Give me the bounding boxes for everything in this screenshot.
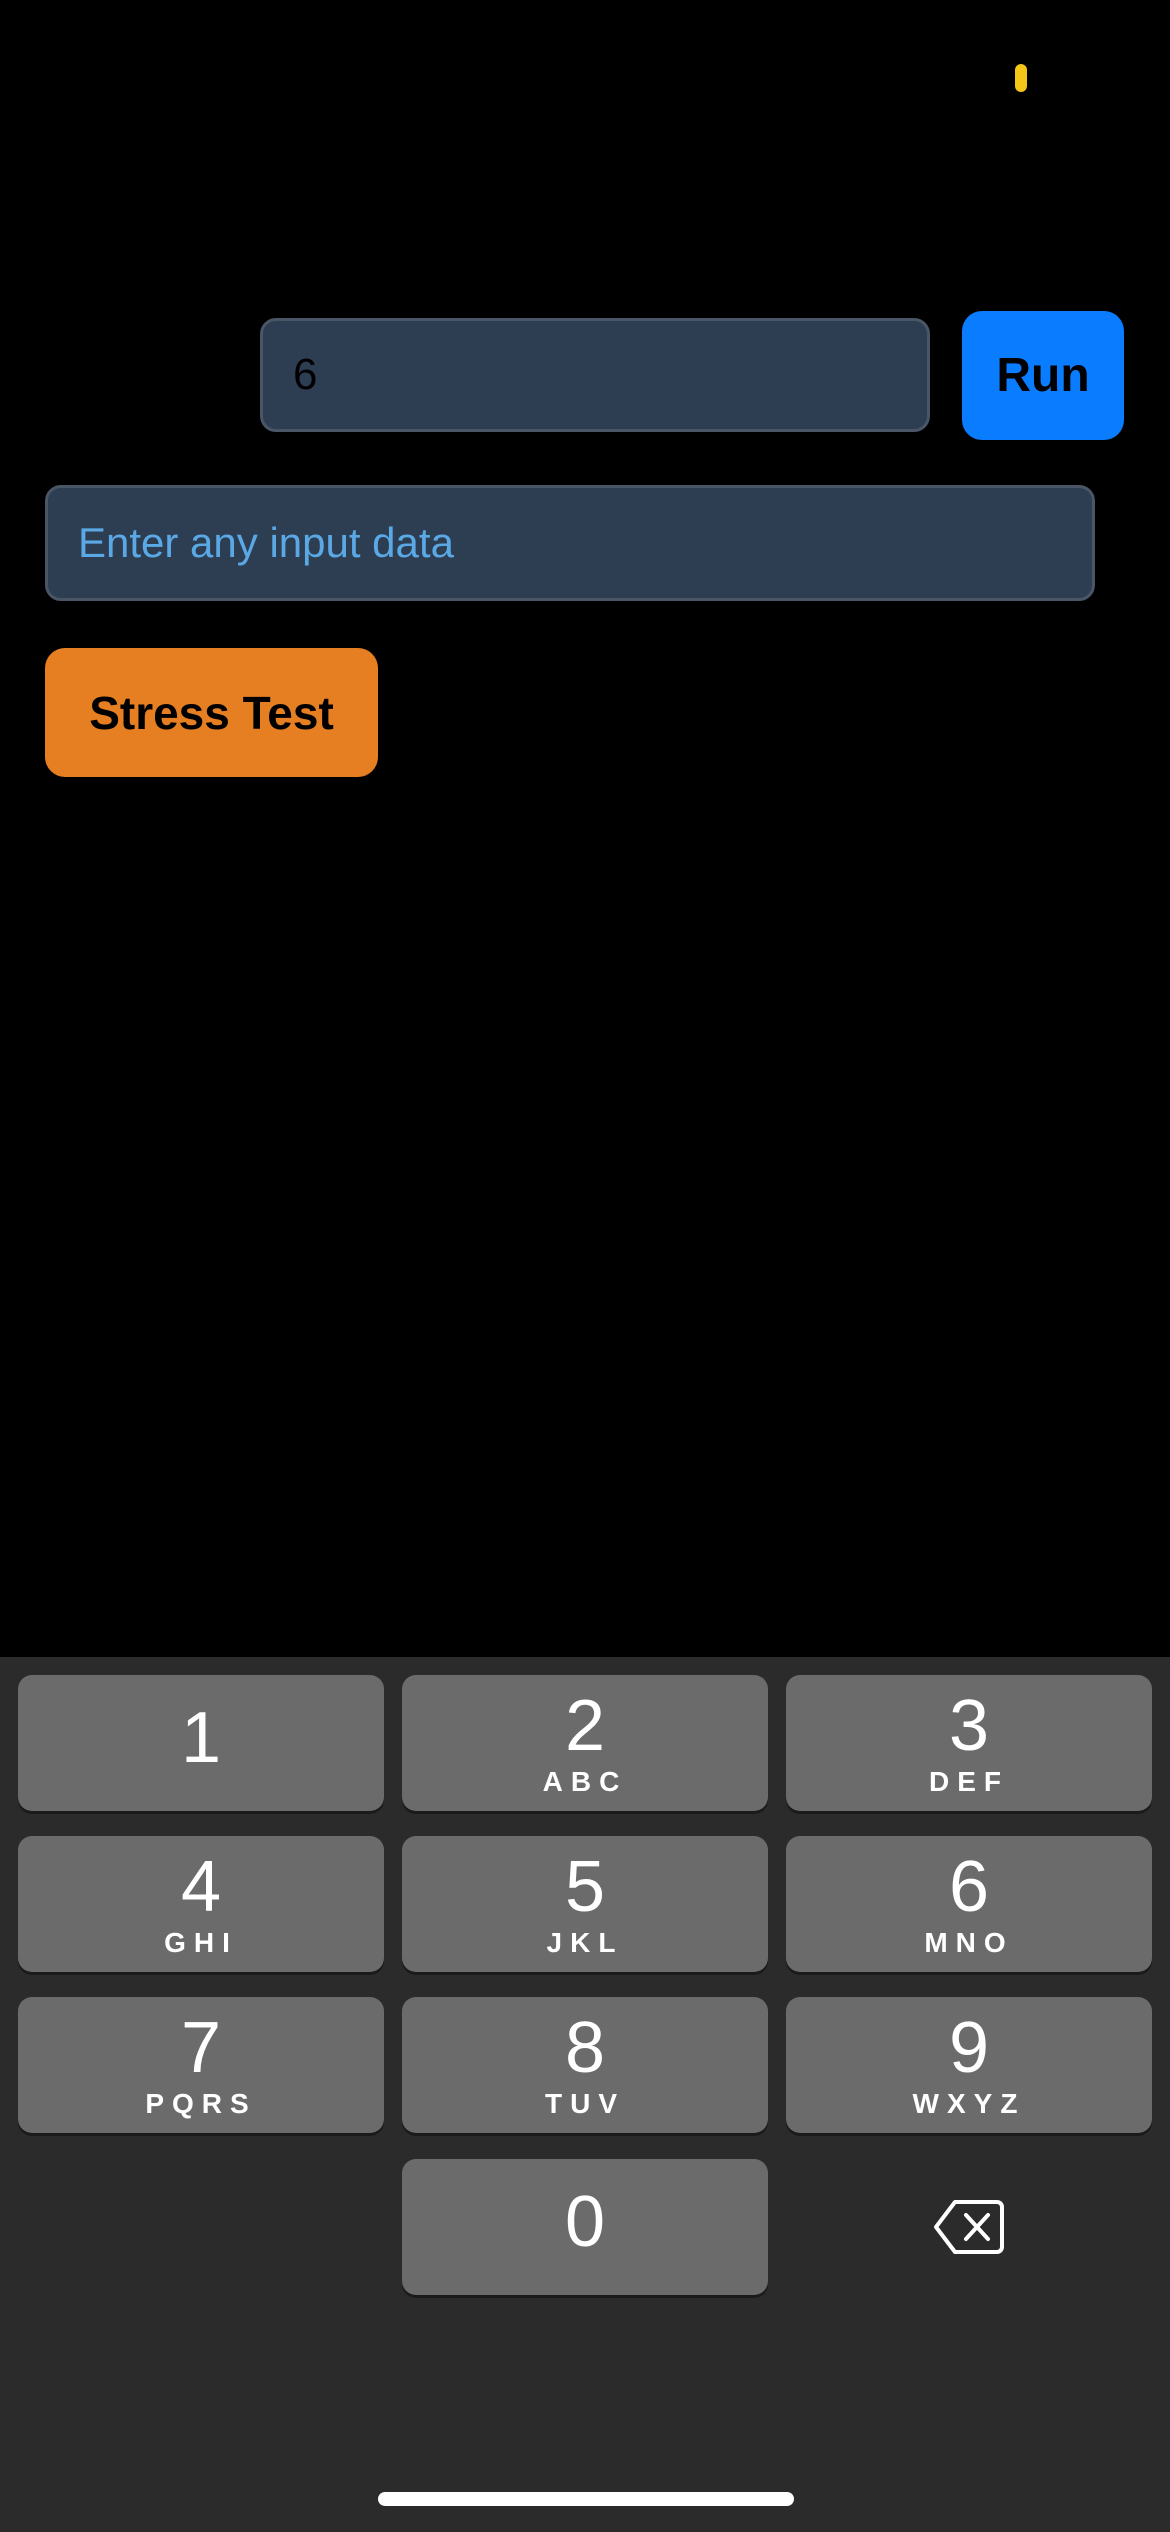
key-1[interactable]: 1 xyxy=(18,1675,384,1811)
numeric-keypad: 1 2 ABC 3 DEF 4 GHI 5 JKL 6 MNO 7 PQRS 8… xyxy=(0,1657,1170,2532)
key-0[interactable]: 0 xyxy=(402,2159,768,2295)
key-letters: PQRS xyxy=(145,2088,257,2119)
key-digit: 7 xyxy=(180,2008,222,2088)
key-digit: 8 xyxy=(564,2008,606,2088)
key-letters: ABC xyxy=(542,1766,628,1797)
key-9[interactable]: 9 WXYZ xyxy=(786,1997,1152,2133)
key-letters: MNO xyxy=(924,1927,1014,1958)
key-digit: 5 xyxy=(564,1847,606,1927)
key-letters: JKL xyxy=(546,1927,624,1958)
key-letters: TUV xyxy=(545,2088,625,2119)
backspace-icon xyxy=(934,2200,1004,2254)
key-7[interactable]: 7 PQRS xyxy=(18,1997,384,2133)
stress-test-button[interactable]: Stress Test xyxy=(45,648,378,777)
backspace-key[interactable] xyxy=(786,2159,1152,2295)
key-2[interactable]: 2 ABC xyxy=(402,1675,768,1811)
key-digit: 2 xyxy=(564,1686,606,1766)
key-digit: 4 xyxy=(180,1847,222,1927)
key-letters: DEF xyxy=(929,1766,1009,1797)
key-3[interactable]: 3 DEF xyxy=(786,1675,1152,1811)
key-8[interactable]: 8 TUV xyxy=(402,1997,768,2133)
key-digit: 9 xyxy=(948,2008,990,2088)
key-digit: 6 xyxy=(948,1847,990,1927)
home-indicator[interactable] xyxy=(378,2492,794,2506)
key-digit: 3 xyxy=(948,1686,990,1766)
key-letters: GHI xyxy=(164,1927,238,1958)
status-indicator xyxy=(1015,64,1027,92)
key-digit: 0 xyxy=(564,2182,606,2262)
app-screen: Run Stress Test 1 2 ABC 3 DEF 4 GHI 5 JK… xyxy=(0,0,1170,2532)
input-data-field[interactable] xyxy=(45,485,1095,601)
key-6[interactable]: 6 MNO xyxy=(786,1836,1152,1972)
key-digit: 1 xyxy=(180,1698,222,1778)
key-letters: WXYZ xyxy=(912,2088,1026,2119)
number-input[interactable] xyxy=(260,318,930,432)
key-4[interactable]: 4 GHI xyxy=(18,1836,384,1972)
run-button[interactable]: Run xyxy=(962,311,1124,440)
key-5[interactable]: 5 JKL xyxy=(402,1836,768,1972)
